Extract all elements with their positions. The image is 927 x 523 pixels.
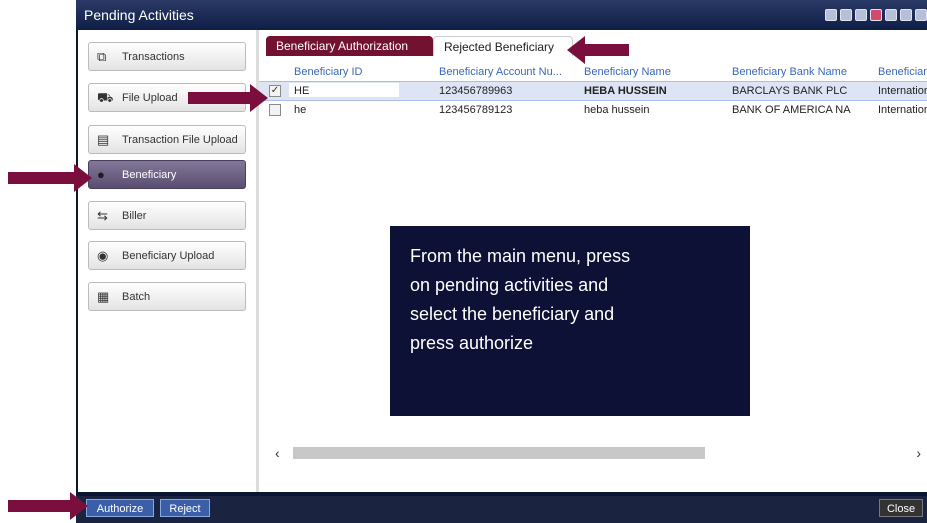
sidebar-item-label: Batch [122,291,151,303]
sidebar-item-label: Beneficiary [122,169,177,181]
bank-name-cell: BARCLAYS BANK PLC [732,85,848,97]
scroll-left-icon[interactable]: ‹ [275,444,289,462]
callout-line: press authorize [410,333,534,353]
title-bar: Pending Activities [76,0,927,30]
biller-icon: ⇆ [97,208,108,223]
toolbar-icon-6[interactable] [900,9,912,21]
column-header[interactable]: Beneficiary Name [584,66,671,78]
beneficiary-name-cell: heba hussein [584,104,650,116]
sidebar-item-label: Transactions [122,51,185,63]
authorize-button[interactable]: Authorize [86,499,154,517]
row-checkbox[interactable] [269,104,281,116]
sidebar-item-label: File Upload [122,92,178,104]
account-number-cell: 123456789963 [439,85,513,97]
sidebar-item-label: Transaction File Upload [122,134,238,146]
toolbar-icon-2[interactable] [840,9,852,21]
callout-line: select the beneficiary and [410,304,615,324]
window-title: Pending Activities [84,7,194,23]
column-header[interactable]: Beneficiary ID [294,66,362,78]
beneficiary-icon: ● [97,167,105,182]
sidebar-item-transactions[interactable]: ⧉ Transactions [88,42,246,71]
bottom-action-bar: Authorize Reject Close [76,496,927,523]
beneficiary-type-cell: Internation [878,104,927,116]
instruction-callout: From the main menu, press on pending act… [390,226,750,416]
tab-rejected-beneficiary[interactable]: Rejected Beneficiary [433,36,573,56]
transaction-file-icon: ▤ [97,132,110,147]
beneficiary-upload-icon: ◉ [97,248,109,263]
beneficiary-id-cell: HE [289,83,399,97]
arrow-right-icon [8,492,88,520]
sidebar-item-biller[interactable]: ⇆ Biller [88,201,246,230]
sidebar-item-label: Biller [122,210,147,222]
bank-name-cell: BANK OF AMERICA NA [732,104,851,116]
sidebar-item-beneficiary[interactable]: ● Beneficiary [88,160,246,189]
beneficiary-type-cell: Internation [878,85,927,97]
window-toolbar [825,9,927,21]
horizontal-scrollbar[interactable]: ‹ › [275,444,927,462]
reject-button[interactable]: Reject [160,499,210,517]
column-header[interactable]: Beneficiary Bank Name [732,66,847,78]
beneficiary-name-cell: HEBA HUSSEIN [584,85,667,97]
arrow-left-icon [567,36,629,64]
column-header[interactable]: Beneficiar [878,66,927,78]
toolbar-icon-1[interactable] [825,9,837,21]
callout-line: on pending activities and [410,275,609,295]
toolbar-icon-3[interactable] [855,9,867,21]
sidebar-item-beneficiary-upload[interactable]: ◉ Beneficiary Upload [88,241,246,270]
sidebar-item-batch[interactable]: ▦ Batch [88,282,246,311]
batch-icon: ▦ [97,289,110,304]
table-row[interactable]: he 123456789123 heba hussein BANK OF AME… [259,101,927,119]
sidebar-item-label: Beneficiary Upload [122,250,215,262]
beneficiary-id-cell: he [289,102,399,116]
scroll-right-icon[interactable]: › [916,444,921,462]
beneficiary-id: he [294,104,307,116]
scrollbar-thumb[interactable] [293,447,705,459]
file-upload-icon: ⛟ [97,90,114,105]
sidebar-item-transaction-file-upload[interactable]: ▤ Transaction File Upload [88,125,246,154]
arrow-right-icon [8,164,92,192]
toolbar-icon-5[interactable] [885,9,897,21]
toolbar-icon-4[interactable] [870,9,882,21]
table-row[interactable]: ✓ HE 123456789963 HEBA HUSSEIN BARCLAYS … [259,81,927,101]
close-window-icon[interactable] [915,9,927,21]
callout-line: From the main menu, press [410,246,631,266]
account-number-cell: 123456789123 [439,104,513,116]
row-checkbox[interactable]: ✓ [269,85,281,97]
arrow-right-icon [188,84,268,112]
close-button[interactable]: Close [879,499,923,517]
table-header: Beneficiary ID Beneficiary Account Nu...… [259,66,927,80]
column-header[interactable]: Beneficiary Account Nu... [439,66,562,78]
tab-beneficiary-authorization[interactable]: Beneficiary Authorization [266,36,433,56]
beneficiary-id: HE [294,85,310,97]
transactions-icon: ⧉ [97,49,107,64]
